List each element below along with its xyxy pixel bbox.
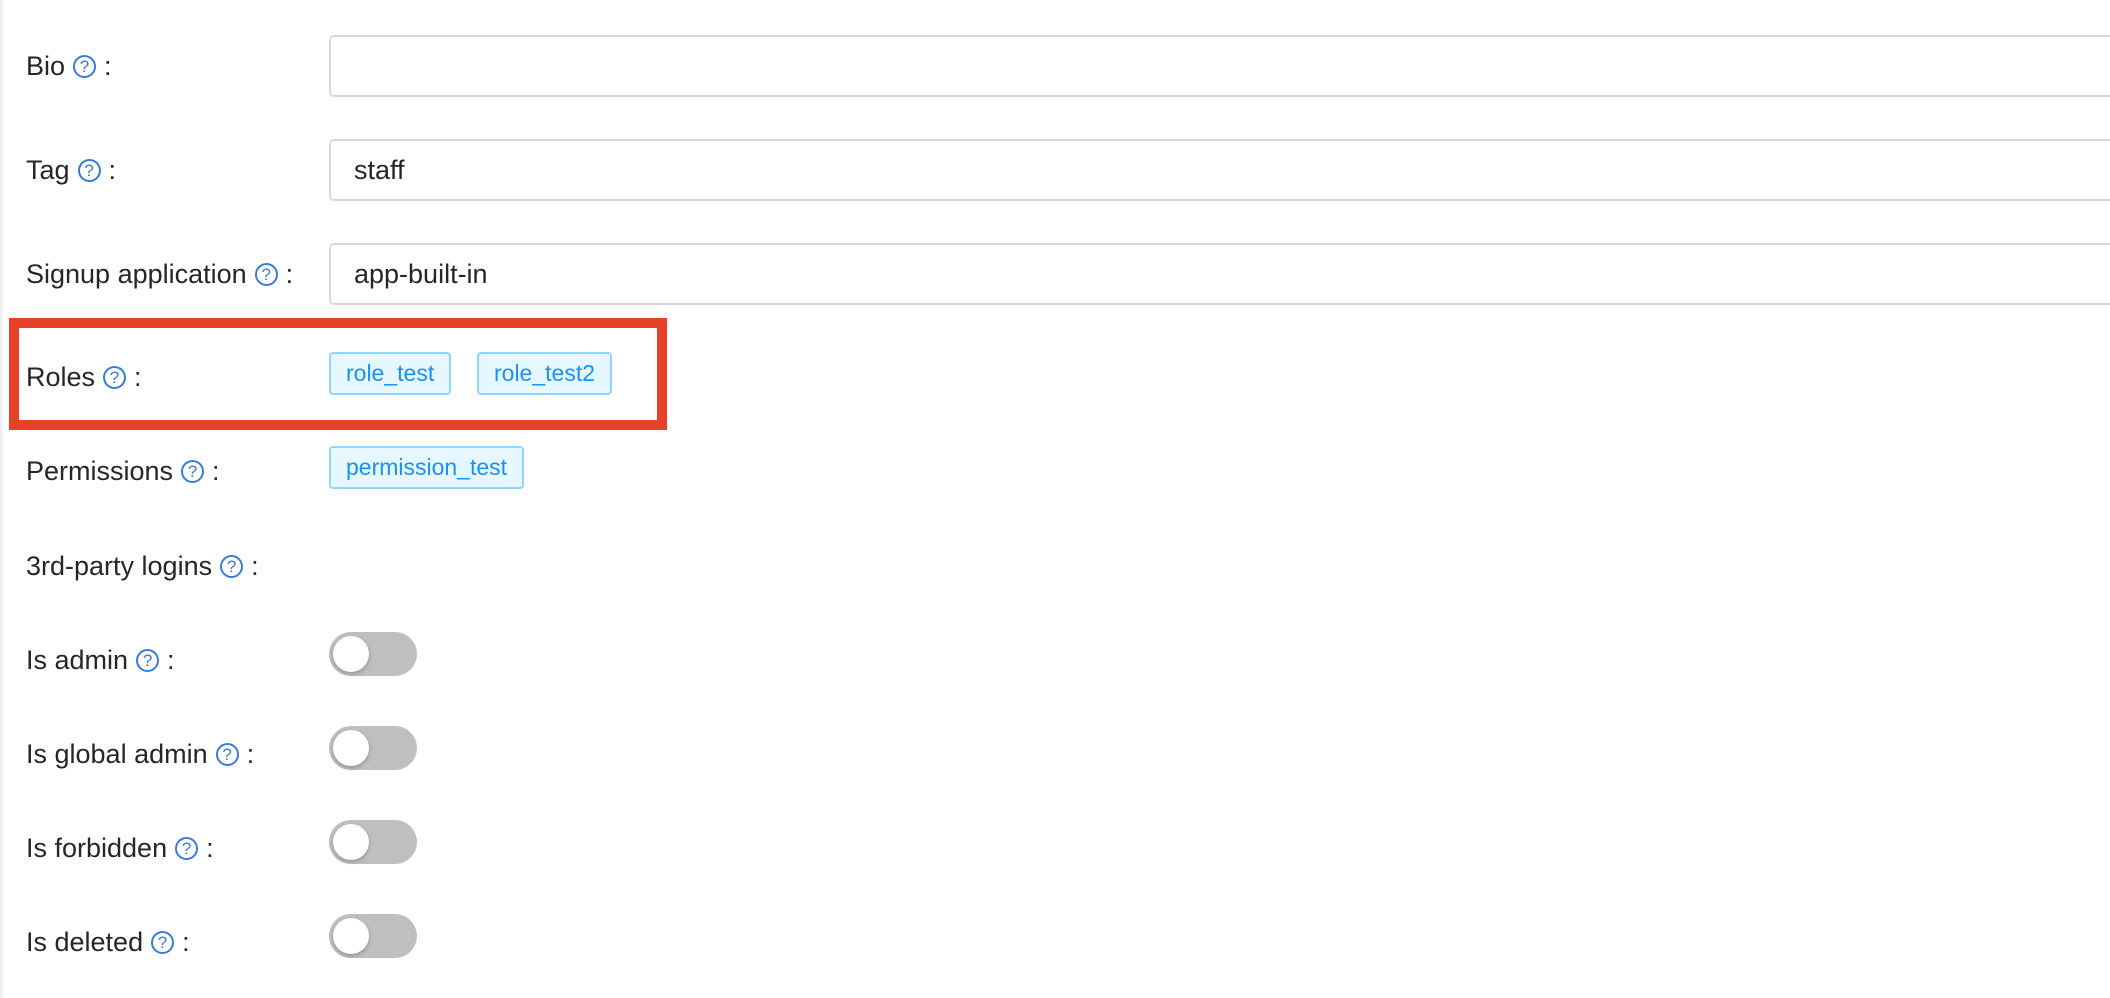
permissions-label: Permissions ? :: [26, 456, 220, 486]
bio-input[interactable]: [329, 35, 2110, 97]
help-icon[interactable]: ?: [175, 836, 199, 860]
help-icon[interactable]: ?: [254, 262, 278, 286]
is-deleted-switch[interactable]: [329, 914, 417, 958]
is-forbidden-switch[interactable]: [329, 820, 417, 864]
help-icon[interactable]: ?: [151, 930, 175, 954]
is-admin-switch[interactable]: [329, 632, 417, 676]
help-icon[interactable]: ?: [77, 158, 101, 182]
is-global-admin-label: Is global admin ? :: [26, 739, 255, 769]
is-admin-label: Is admin ? :: [26, 645, 175, 675]
help-icon[interactable]: ?: [181, 459, 205, 483]
switch-knob: [333, 918, 369, 954]
switch-knob: [333, 824, 369, 860]
third-party-logins-label: 3rd-party logins ? :: [26, 551, 259, 581]
help-icon[interactable]: ?: [73, 54, 97, 78]
signup-application-input[interactable]: app-built-in: [329, 243, 2110, 305]
is-forbidden-label: Is forbidden ? :: [26, 833, 214, 863]
help-icon[interactable]: ?: [136, 648, 160, 672]
help-icon[interactable]: ?: [220, 554, 244, 578]
switch-knob: [333, 636, 369, 672]
panel-left-border: [0, 0, 3, 998]
highlight-box: [9, 318, 667, 430]
tag-label: Tag ? :: [26, 155, 117, 185]
permission-tag[interactable]: permission_test: [329, 446, 525, 489]
is-global-admin-switch[interactable]: [329, 726, 417, 770]
help-icon[interactable]: ?: [215, 742, 239, 766]
is-deleted-label: Is deleted ? :: [26, 927, 190, 957]
bio-label: Bio ? :: [26, 51, 112, 81]
switch-knob: [333, 730, 369, 766]
tag-input[interactable]: staff: [329, 139, 2110, 201]
signup-application-label: Signup application ? :: [26, 259, 294, 289]
